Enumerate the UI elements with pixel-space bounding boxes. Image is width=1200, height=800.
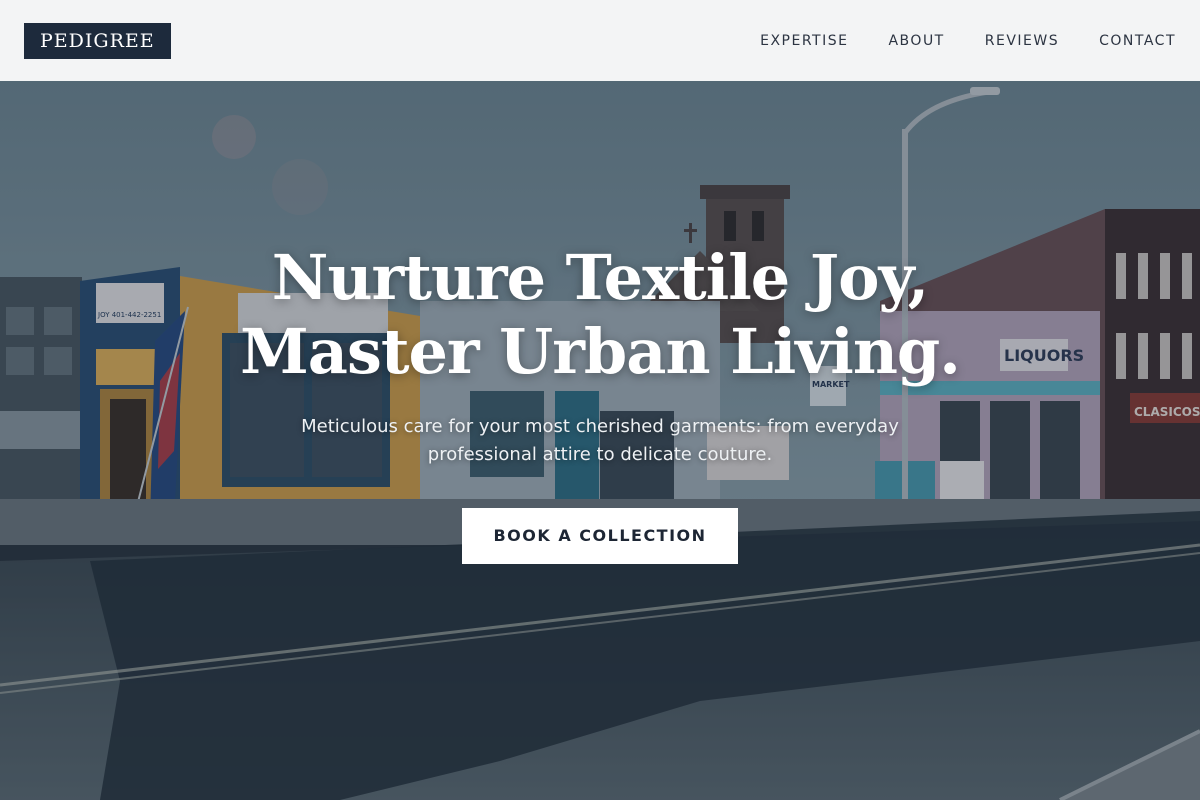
- hero-subtext: Meticulous care for your most cherished …: [301, 416, 899, 465]
- hero-headline: Nurture Textile Joy, Master Urban Living…: [0, 241, 1200, 389]
- hero-section: CLASICOS LIQUORS MARKET JOY 401-442-2251…: [0, 81, 1200, 800]
- book-collection-button[interactable]: BOOK A COLLECTION: [462, 508, 738, 564]
- site-header: PEDIGREE EXPERTISE ABOUT REVIEWS CONTACT: [0, 0, 1200, 81]
- hero-headline-line-2: Master Urban Living.: [240, 315, 961, 388]
- hero-headline-line-1: Nurture Textile Joy,: [271, 241, 929, 314]
- nav-link-reviews[interactable]: REVIEWS: [985, 33, 1059, 49]
- nav-link-contact[interactable]: CONTACT: [1099, 33, 1176, 49]
- nav-link-about[interactable]: ABOUT: [888, 33, 944, 49]
- hero-content: Nurture Textile Joy, Master Urban Living…: [0, 241, 1200, 564]
- logo[interactable]: PEDIGREE: [24, 22, 171, 59]
- page: PEDIGREE EXPERTISE ABOUT REVIEWS CONTACT: [0, 0, 1200, 800]
- main-nav: EXPERTISE ABOUT REVIEWS CONTACT: [760, 33, 1176, 49]
- nav-link-expertise[interactable]: EXPERTISE: [760, 33, 848, 49]
